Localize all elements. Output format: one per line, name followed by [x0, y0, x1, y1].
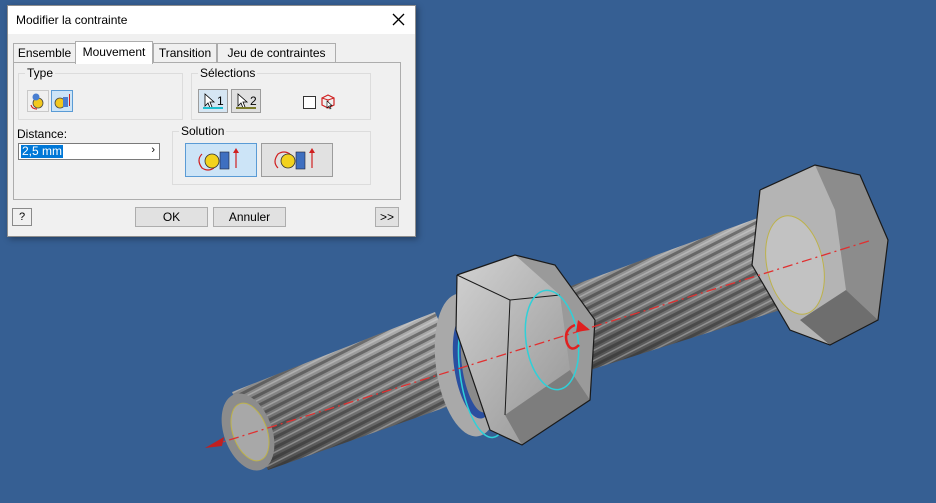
type-group: Type — [18, 66, 183, 120]
tab-mouvement[interactable]: Mouvement — [75, 41, 153, 64]
axis-arrow-start — [205, 437, 224, 448]
cancel-button[interactable]: Annuler — [213, 207, 286, 227]
pick-part-first-checkbox[interactable] — [303, 96, 316, 109]
selections-group-label: Sélections — [198, 66, 258, 80]
dialog-title: Modifier la contrainte — [16, 13, 128, 27]
select-2-color-bar — [236, 107, 256, 109]
select-1-color-bar — [203, 107, 223, 109]
dialog-titlebar[interactable]: Modifier la contrainte — [8, 6, 415, 34]
rotation-type-icon[interactable] — [27, 90, 49, 112]
solution-group: Solution — [172, 124, 371, 185]
ok-button[interactable]: OK — [135, 207, 208, 227]
select-1-button[interactable]: 1 — [198, 89, 228, 113]
distance-input[interactable]: 2,5 mm › — [18, 143, 160, 160]
rotation-translation-type-icon[interactable] — [51, 90, 73, 112]
distance-expand-arrow[interactable]: › — [151, 144, 155, 156]
distance-value: 2,5 mm — [21, 144, 64, 158]
select-2-number: 2 — [250, 94, 257, 108]
tab-jeu-de-contraintes[interactable]: Jeu de contraintes — [217, 43, 336, 63]
type-group-label: Type — [25, 66, 56, 80]
more-options-button[interactable]: >> — [375, 207, 399, 227]
distance-label: Distance: — [17, 127, 68, 141]
reverse-solution-icon[interactable] — [261, 143, 333, 177]
close-icon[interactable] — [389, 10, 409, 30]
solution-group-label: Solution — [179, 124, 227, 138]
tab-transition[interactable]: Transition — [153, 43, 217, 63]
select-1-number: 1 — [217, 94, 224, 108]
tab-ensemble[interactable]: Ensemble — [13, 43, 76, 63]
mouvement-panel: Type Sélections 1 2 Distance: 2,5 mm › S… — [13, 62, 401, 200]
modify-constraint-dialog: Modifier la contrainte Ensemble Mouvemen… — [7, 5, 416, 237]
pick-part-first-icon — [319, 92, 337, 110]
bolt-head — [751, 164, 889, 346]
forward-solution-icon[interactable] — [185, 143, 257, 177]
selections-group: Sélections 1 2 — [191, 66, 371, 120]
help-button[interactable]: ? — [12, 208, 32, 226]
select-2-button[interactable]: 2 — [231, 89, 261, 113]
